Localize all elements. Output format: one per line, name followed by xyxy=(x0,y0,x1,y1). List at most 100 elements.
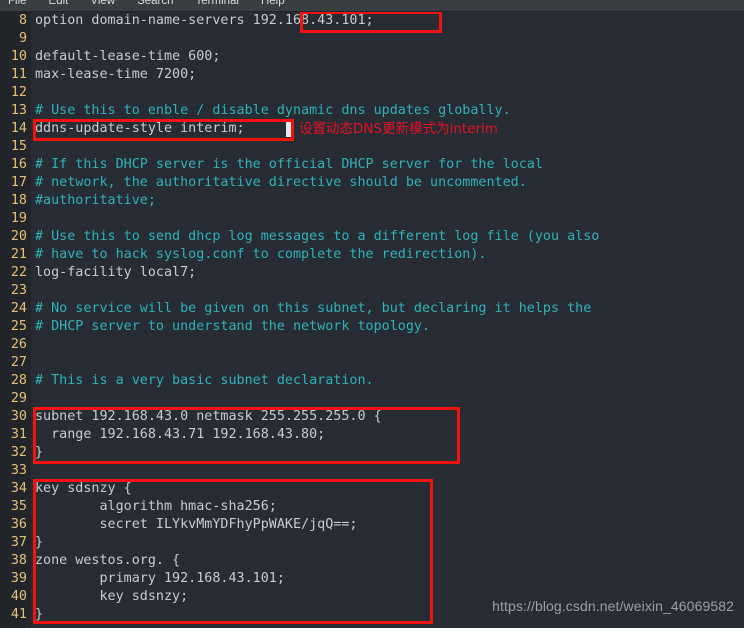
code-line[interactable]: 19 xyxy=(0,210,744,228)
code-line[interactable]: 15 xyxy=(0,138,744,156)
line-text: # Use this to enble / disable dynamic dn… xyxy=(35,103,511,118)
code-line[interactable]: 11 max-lease-time 7200; xyxy=(0,66,744,84)
line-number: 36 xyxy=(0,516,31,534)
line-number: 32 xyxy=(0,444,31,462)
line-text: #authoritative; xyxy=(35,193,156,208)
code-line[interactable]: 8 option domain-name-servers 192.168.43.1… xyxy=(0,12,744,30)
code-line[interactable]: 38 zone westos.org. { xyxy=(0,552,744,570)
line-number: 11 xyxy=(0,66,31,84)
code-line[interactable]: 26 xyxy=(0,336,744,354)
line-text: } xyxy=(35,535,44,550)
line-number: 19 xyxy=(0,210,31,228)
menu-bar: File Edit View Search Terminal Help xyxy=(0,0,744,12)
line-text: primary 192.168.43.101; xyxy=(35,571,285,586)
code-line-partial xyxy=(0,624,744,628)
line-number: 24 xyxy=(0,300,31,318)
line-text: # No service will be given on this subne… xyxy=(35,301,592,316)
code-line[interactable]: 16 # If this DHCP server is the official … xyxy=(0,156,744,174)
line-number: 37 xyxy=(0,534,31,552)
line-number: 17 xyxy=(0,174,31,192)
code-line[interactable]: 34 key sdsnzy { xyxy=(0,480,744,498)
line-number: 25 xyxy=(0,318,31,336)
menu-item-terminal[interactable]: Terminal xyxy=(196,0,239,7)
terminal-editor-window: File Edit View Search Terminal Help 8 opt… xyxy=(0,0,744,628)
line-number: 28 xyxy=(0,372,31,390)
code-line[interactable]: 24 # No service will be given on this sub… xyxy=(0,300,744,318)
line-number: 23 xyxy=(0,282,31,300)
line-number: 16 xyxy=(0,156,31,174)
line-text: default-lease-time 600; xyxy=(35,49,221,64)
line-number: 9 xyxy=(0,30,31,48)
line-number: 8 xyxy=(0,12,31,30)
line-number: 39 xyxy=(0,570,31,588)
code-line[interactable]: 30 subnet 192.168.43.0 netmask 255.255.25… xyxy=(0,408,744,426)
menu-item-edit[interactable]: Edit xyxy=(49,0,69,7)
watermark-url: https://blog.csdn.net/weixin_46069582 xyxy=(492,598,734,614)
line-number: 33 xyxy=(0,462,31,480)
line-text: # Use this to send dhcp log messages to … xyxy=(35,229,600,244)
menu-item-file[interactable]: File xyxy=(8,0,27,7)
code-editor[interactable]: 8 option domain-name-servers 192.168.43.1… xyxy=(0,12,744,628)
code-line[interactable]: 39 primary 192.168.43.101; xyxy=(0,570,744,588)
line-number: 30 xyxy=(0,408,31,426)
code-line[interactable]: 28 # This is a very basic subnet declarat… xyxy=(0,372,744,390)
code-line[interactable]: 10 default-lease-time 600; xyxy=(0,48,744,66)
code-line[interactable]: 29 xyxy=(0,390,744,408)
line-number: 34 xyxy=(0,480,31,498)
code-line[interactable]: 17 # network, the authoritative directive… xyxy=(0,174,744,192)
line-number: 26 xyxy=(0,336,31,354)
menu-item-view[interactable]: View xyxy=(90,0,115,7)
line-text: range 192.168.43.71 192.168.43.80; xyxy=(35,427,326,442)
line-text: algorithm hmac-sha256; xyxy=(35,499,277,514)
line-number: 12 xyxy=(0,84,31,102)
code-line[interactable]: 21 # have to hack syslog.conf to complete… xyxy=(0,246,744,264)
editor-rows: 8 option domain-name-servers 192.168.43.1… xyxy=(0,12,744,628)
code-line[interactable]: 25 # DHCP server to understand the networ… xyxy=(0,318,744,336)
line-text: key sdsnzy { xyxy=(35,481,132,496)
line-number: 13 xyxy=(0,102,31,120)
code-line[interactable]: 14 ddns-update-style interim; 设置动态DNS更新模式为… xyxy=(0,120,744,138)
code-line[interactable]: 32} xyxy=(0,444,744,462)
line-text: # network, the authoritative directive s… xyxy=(35,175,527,190)
code-line[interactable]: 33 xyxy=(0,462,744,480)
line-text: # DHCP server to understand the network … xyxy=(35,319,431,334)
code-line[interactable]: 37} xyxy=(0,534,744,552)
code-line[interactable]: 9 xyxy=(0,30,744,48)
line-number: 29 xyxy=(0,390,31,408)
code-line[interactable]: 31 range 192.168.43.71 192.168.43.80; xyxy=(0,426,744,444)
code-line[interactable]: 18 #authoritative; xyxy=(0,192,744,210)
line-number: 21 xyxy=(0,246,31,264)
line-text: subnet 192.168.43.0 netmask 255.255.255.… xyxy=(35,409,382,424)
line-number-partial xyxy=(0,624,31,628)
line-number: 20 xyxy=(0,228,31,246)
code-line[interactable]: 20 # Use this to send dhcp log messages t… xyxy=(0,228,744,246)
code-line[interactable]: 36 secret ILYkvMmYDFhyPpWAKE/jqQ==; xyxy=(0,516,744,534)
line-text: # If this DHCP server is the official DH… xyxy=(35,157,543,172)
menu-item-help[interactable]: Help xyxy=(261,0,285,7)
line-text: log-facility local7; xyxy=(35,265,197,280)
line-text: zone westos.org. { xyxy=(35,553,181,568)
line-number: 41 xyxy=(0,606,31,624)
line-text: option domain-name-servers 192.168.43.10… xyxy=(35,13,374,28)
text-cursor xyxy=(286,122,294,137)
line-number: 38 xyxy=(0,552,31,570)
line-text: } xyxy=(35,445,44,460)
line-text: # have to hack syslog.conf to complete t… xyxy=(35,247,487,262)
line-text: key sdsnzy; xyxy=(35,589,189,604)
line-number: 22 xyxy=(0,264,31,282)
line-number: 10 xyxy=(0,48,31,66)
line-number: 40 xyxy=(0,588,31,606)
cursor-and-note-layer: 设置动态DNS更新模式为interim xyxy=(0,120,744,138)
code-line[interactable]: 27 xyxy=(0,354,744,372)
code-line[interactable]: 12 xyxy=(0,84,744,102)
code-line[interactable]: 22 log-facility local7; xyxy=(0,264,744,282)
code-line[interactable]: 23 xyxy=(0,282,744,300)
line-number: 15 xyxy=(0,138,31,156)
line-number: 18 xyxy=(0,192,31,210)
code-line[interactable]: 35 algorithm hmac-sha256; xyxy=(0,498,744,516)
line-text: # This is a very basic subnet declaratio… xyxy=(35,373,374,388)
line-number: 35 xyxy=(0,498,31,516)
annotation-ddns-note: 设置动态DNS更新模式为interim xyxy=(299,121,498,137)
menu-item-search[interactable]: Search xyxy=(137,0,173,7)
code-line[interactable]: 13 # Use this to enble / disable dynamic … xyxy=(0,102,744,120)
